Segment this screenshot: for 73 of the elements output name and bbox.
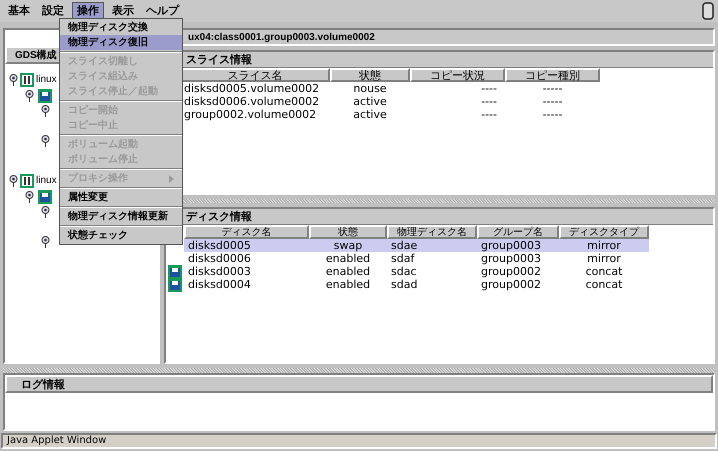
table-cell-text: concat [584,278,624,291]
table-cell-text: sdaf [390,252,416,265]
menu-item[interactable]: 物理ディスク情報更新 [60,209,182,224]
table-cell-text: enabled [324,252,372,265]
table-cell-text: sdad [390,278,418,291]
table-cell-text: sdae [390,239,418,252]
status-bar: Java Applet Window [1,433,717,449]
disk-icon [168,264,182,278]
node-handle-icon[interactable] [9,174,18,186]
server-icon [20,174,34,188]
table-cell-text: mirror [586,252,622,265]
table-cell-text: group0003 [480,252,542,265]
table-row[interactable]: disksd0003 enabled sdac group0002 concat [184,265,649,278]
table-cell-text: group0002 [480,265,542,278]
disk-icon [38,190,52,204]
disk-icon [168,278,182,292]
column-header[interactable]: コピー状況 [410,68,505,82]
table-cell-text: disksd0006 [187,252,252,265]
menu-bar-item[interactable]: 基本 [4,2,34,20]
table-cell-text: concat [584,265,624,278]
column-header[interactable]: グループ名 [477,225,559,239]
node-handle-icon[interactable] [41,236,50,248]
table-cell-text: enabled [324,265,372,278]
cylinder-icon [702,2,714,20]
table-cell-text: active [352,108,388,121]
table-cell-text: disksd0006.volume0002 [183,95,320,108]
table-cell-text: swap [332,239,364,252]
table-cell-text: ----- [542,82,564,95]
table-cell-text: active [352,95,388,108]
column-header[interactable]: 状態 [330,68,410,82]
menu-item[interactable]: 属性変更 [60,190,182,205]
column-header[interactable]: コピー種別 [505,68,600,82]
table-cell-text: ----- [542,108,564,121]
table-cell-text: mirror [586,239,622,252]
disk-icon [38,89,52,103]
menu-item[interactable]: 物理ディスク復旧 [60,35,182,50]
table-cell-text: disksd0005.volume0002 [183,82,320,95]
server-icon [20,72,34,86]
table-cell-text: sdac [390,265,418,278]
menu-bar-item[interactable]: 表示 [108,2,138,20]
column-header[interactable]: ディスク名 [184,225,309,239]
tree-item[interactable]: linux [36,173,57,188]
submenu-arrow-icon [169,174,174,182]
table-cell-text: nouse [352,82,388,95]
table-cell-text: disksd0003 [187,265,252,278]
table-cell-text: ---- [480,108,498,121]
table-cell-text: enabled [324,278,372,291]
column-header[interactable]: 状態 [309,225,387,239]
node-handle-icon[interactable] [9,74,18,86]
table-row[interactable]: disksd0006 enabled sdaf group0003 mirror [184,252,649,265]
section-header: ログ情報 [5,375,713,393]
column-header[interactable]: ディスクタイプ [559,225,649,239]
table-cell-text: disksd0004 [187,278,252,291]
table-cell-text: group0002.volume0002 [183,108,318,121]
node-handle-icon[interactable] [41,206,50,218]
table-cell-text: ---- [480,95,498,108]
table-row[interactable]: disksd0005 swap sdae group0003 mirror [184,239,649,252]
menu-item[interactable]: 状態チェック [60,228,182,243]
menu-bar-item[interactable]: 設定 [38,2,68,20]
column-header[interactable]: 物理ディスク名 [387,225,477,239]
node-handle-icon[interactable] [41,135,50,147]
table-cell-text: group0002 [480,278,542,291]
node-handle-icon[interactable] [25,191,34,203]
table-cell-text: group0003 [480,239,542,252]
table-cell-text: ----- [542,95,564,108]
table-row[interactable]: disksd0004 enabled sdad group0002 concat [184,278,649,291]
table-cell-text: disksd0005 [187,239,252,252]
node-handle-icon[interactable] [41,105,50,117]
table-cell-text: ---- [480,82,498,95]
node-handle-icon[interactable] [25,90,34,102]
column-header[interactable]: スライス名 [180,68,330,82]
tree-item[interactable]: linux [36,72,57,87]
menu-bar-item[interactable]: ヘルプ [142,2,183,20]
